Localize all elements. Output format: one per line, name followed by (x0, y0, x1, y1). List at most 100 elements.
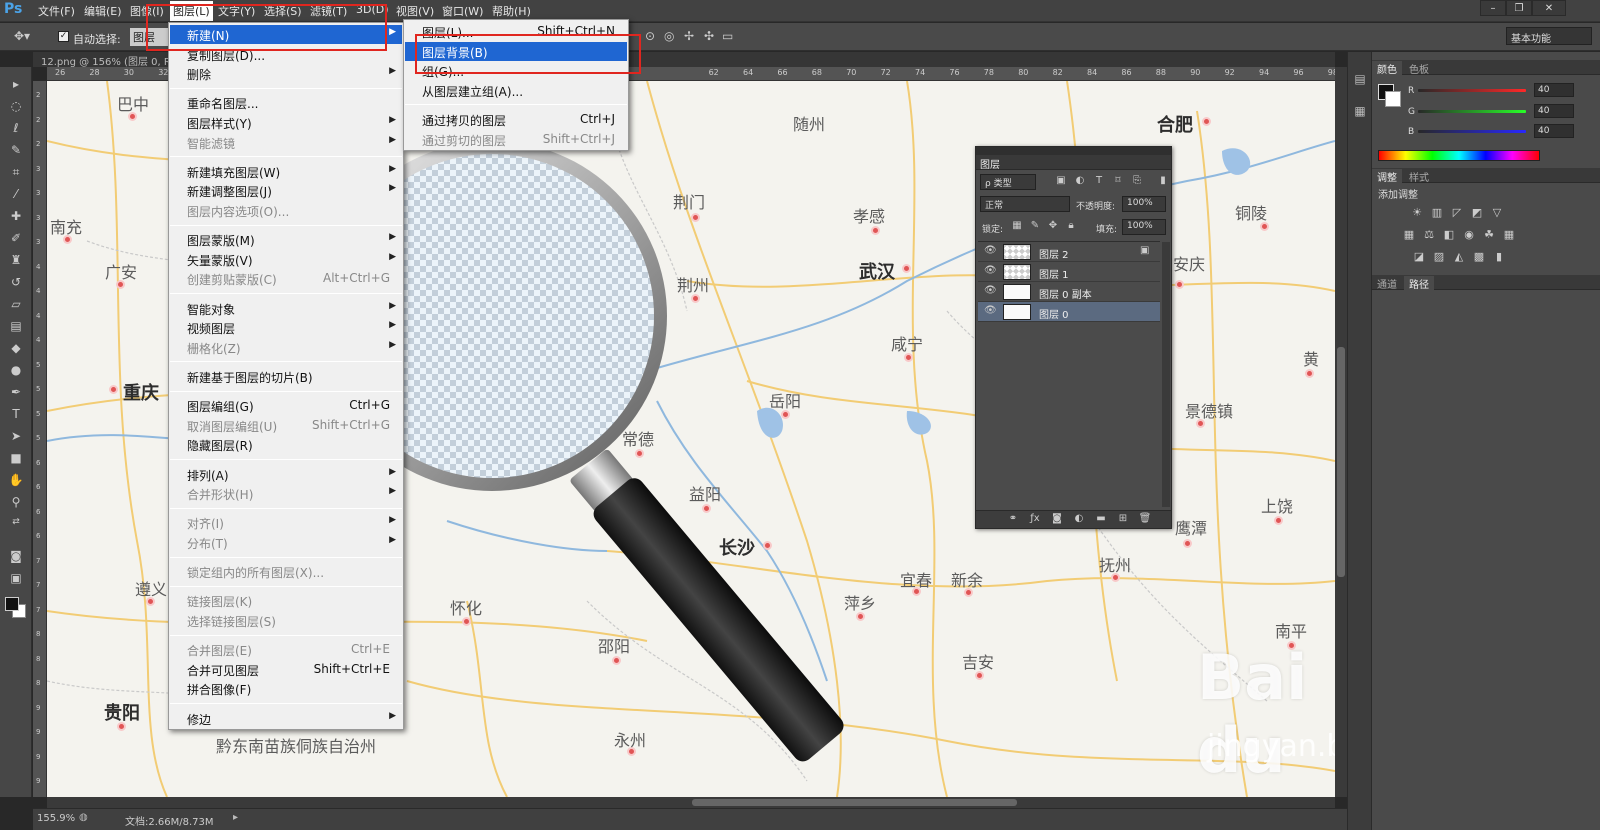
color-spectrum[interactable] (1378, 150, 1540, 161)
layers-scrollbar[interactable] (1162, 242, 1170, 507)
blur-tool-icon[interactable]: ◆ (4, 339, 28, 357)
screen-mode-icon[interactable]: ▣ (4, 569, 28, 587)
menu-item[interactable]: 排列(A) ▶ (170, 465, 402, 484)
tab-adjustments[interactable]: 调整 (1372, 169, 1402, 184)
hue-saturation-icon[interactable]: ▦ (1402, 228, 1416, 241)
menu-item[interactable]: 删除 ▶ (170, 64, 402, 83)
marquee-tool-icon[interactable]: ◌ (4, 97, 28, 115)
blue-slider[interactable] (1418, 130, 1526, 133)
green-slider[interactable] (1418, 110, 1526, 113)
brightness-icon[interactable]: ☀ (1410, 206, 1424, 219)
lasso-tool-icon[interactable]: ℓ (4, 119, 28, 137)
link-layers-icon[interactable]: ⚭ (1006, 513, 1020, 527)
menu-item[interactable]: 重命名图层... (170, 93, 402, 112)
close-button[interactable]: ✕ (1532, 0, 1566, 16)
layer-name[interactable]: 图层 0 (1039, 306, 1069, 321)
vertical-scrollbar[interactable] (1335, 67, 1347, 797)
lock-image-icon[interactable]: ✎ (1028, 220, 1042, 234)
gradient-map-icon[interactable]: ▮ (1492, 250, 1506, 263)
filter-smart-icon[interactable]: ⎘ (1130, 175, 1144, 189)
lock-position-icon[interactable]: ✥ (1046, 220, 1060, 234)
layer-style-icon[interactable]: ƒx (1028, 513, 1042, 527)
blue-value-input[interactable]: 40 (1534, 124, 1574, 138)
selective-color-icon[interactable]: ▩ (1472, 250, 1486, 263)
tab-color[interactable]: 颜色 (1372, 61, 1402, 76)
layer-row[interactable]: 👁︎ 图层 0 (978, 302, 1160, 322)
dodge-tool-icon[interactable]: ● (4, 361, 28, 379)
history-panel-icon[interactable]: ▤ (1352, 72, 1368, 88)
menu-item[interactable]: 新建填充图层(W) ▶ (170, 162, 402, 181)
scroll-thumb[interactable] (692, 799, 1017, 806)
exposure-icon[interactable]: ◩ (1470, 206, 1484, 219)
info-icon[interactable]: ◍ (79, 812, 88, 823)
menu-help[interactable]: 帮助(H) (492, 3, 531, 19)
quick-select-tool-icon[interactable]: ✎ (4, 141, 28, 159)
menu-item[interactable]: 新建调整图层(J) ▶ (170, 181, 402, 200)
brush-tool-icon[interactable]: ✐ (4, 229, 28, 247)
posterize-icon[interactable]: ▨ (1432, 250, 1446, 263)
scroll-thumb[interactable] (1337, 347, 1345, 577)
3d-roll-icon[interactable]: ◎ (664, 29, 674, 43)
menu-item[interactable]: 矢量蒙版(V) ▶ (170, 250, 402, 269)
type-tool-icon[interactable]: T (4, 405, 28, 423)
filter-adjust-icon[interactable]: ◐ (1073, 175, 1087, 189)
layer-name[interactable]: 图层 2 (1039, 246, 1069, 261)
menu-item[interactable]: 新建基于图层的切片(B) (170, 367, 402, 386)
menu-item[interactable]: 视频图层 ▶ (170, 318, 402, 337)
filter-toggle-icon[interactable]: ▮ (1156, 175, 1170, 189)
properties-panel-icon[interactable]: ▦ (1352, 104, 1368, 120)
fill-input[interactable]: 100% (1122, 219, 1166, 235)
foreground-color-swatch[interactable] (5, 597, 19, 611)
3d-pan-icon[interactable]: ✢ (684, 29, 694, 43)
visibility-eye-icon[interactable]: 👁︎ (984, 245, 997, 256)
tab-styles[interactable]: 样式 (1404, 169, 1434, 184)
visibility-eye-icon[interactable]: 👁︎ (984, 305, 997, 316)
layer-row[interactable]: 👁︎ 图层 1 (978, 262, 1160, 282)
healing-tool-icon[interactable]: ✚ (4, 207, 28, 225)
layer-name[interactable]: 图层 0 副本 (1039, 286, 1092, 301)
add-mask-icon[interactable]: ◙ (1050, 513, 1064, 527)
horizontal-scrollbar[interactable] (47, 797, 1335, 808)
invert-icon[interactable]: ◪ (1412, 250, 1426, 263)
3d-orbit-icon[interactable]: ⊙ (645, 29, 655, 43)
tab-channels[interactable]: 通道 (1372, 276, 1402, 291)
status-menu-arrow-icon[interactable]: ▸ (233, 812, 238, 823)
default-colors-icon[interactable]: ⇄ (4, 513, 28, 531)
eraser-tool-icon[interactable]: ▱ (4, 295, 28, 313)
zoom-tool-icon[interactable]: ⚲ (4, 493, 28, 511)
3d-scale-icon[interactable]: ▭ (722, 29, 733, 43)
menu-item[interactable]: 拼合图像(F) (170, 679, 402, 698)
3d-slide-icon[interactable]: ✣ (704, 29, 714, 43)
tab-paths[interactable]: 路径 (1404, 276, 1434, 291)
menu-item[interactable]: 图层编组(G) Ctrl+G (170, 396, 402, 415)
minimize-button[interactable]: – (1480, 0, 1506, 16)
delete-layer-icon[interactable]: 🗑︎ (1138, 513, 1152, 527)
menu-view[interactable]: 视图(V) (396, 3, 434, 19)
lock-transparent-icon[interactable]: ▦ (1010, 220, 1024, 234)
restore-button[interactable]: ❐ (1506, 0, 1532, 16)
tab-layers[interactable]: 图层 (980, 156, 1000, 171)
vibrance-icon[interactable]: ▽ (1490, 206, 1504, 219)
opacity-input[interactable]: 100% (1122, 196, 1166, 212)
blend-mode-select[interactable]: 正常 (980, 196, 1070, 212)
curves-icon[interactable]: ◸ (1450, 206, 1464, 219)
gradient-tool-icon[interactable]: ▤ (4, 317, 28, 335)
shape-tool-icon[interactable]: ■ (4, 449, 28, 467)
layers-panel-titlebar[interactable] (976, 147, 1171, 155)
visibility-eye-icon[interactable]: 👁︎ (984, 265, 997, 276)
color-lookup-icon[interactable]: ▦ (1502, 228, 1516, 241)
channel-mixer-icon[interactable]: ☘ (1482, 228, 1496, 241)
submenu-item[interactable]: 从图层建立组(A)... (405, 81, 627, 100)
layer-filter-select[interactable]: ρ 类型 (980, 174, 1036, 190)
menu-item[interactable]: 图层样式(Y) ▶ (170, 113, 402, 132)
workspace-select[interactable]: 基本功能 (1506, 27, 1592, 45)
new-layer-icon[interactable]: ⊞ (1116, 513, 1130, 527)
menu-item[interactable]: 隐藏图层(R) (170, 435, 402, 454)
zoom-level[interactable]: 155.9% (37, 813, 75, 824)
color-panel-background[interactable] (1385, 91, 1401, 107)
hand-tool-icon[interactable]: ✋ (4, 471, 28, 489)
quick-mask-icon[interactable]: ◙ (4, 547, 28, 565)
layer-row[interactable]: 👁︎ 图层 0 副本 (978, 282, 1160, 302)
eyedropper-tool-icon[interactable]: ⁄ (4, 185, 28, 203)
crop-tool-icon[interactable]: ⌗ (4, 163, 28, 181)
